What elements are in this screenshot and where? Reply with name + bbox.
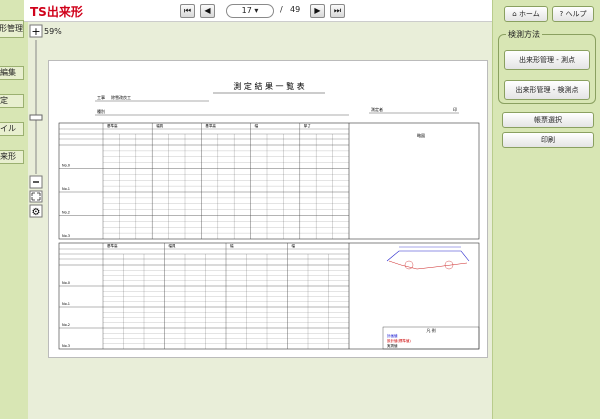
- side-tab-1[interactable]: 形管理: [0, 20, 24, 38]
- zoom-controls: + ⚙: [29, 24, 43, 218]
- side-tab-3[interactable]: 定: [0, 94, 24, 108]
- help-icon: ?: [559, 10, 564, 18]
- side-tab-2[interactable]: 編集: [0, 66, 24, 80]
- project-name: 除雪改良工: [111, 94, 131, 100]
- column-header: 基準高: [107, 243, 118, 248]
- gear-icon: ⚙: [32, 207, 41, 218]
- measurer-label: 測定者: [371, 106, 383, 112]
- prev-page-button[interactable]: ◀: [200, 4, 215, 18]
- column-header: 幅員: [169, 243, 176, 248]
- side-tab-4[interactable]: イル: [0, 122, 24, 136]
- zoom-percent: 59%: [44, 27, 62, 36]
- top-toolbar: TS出来形 ⏮ ◀ 17 ▾ / 49 ▶ ⏭: [24, 0, 492, 22]
- page-select[interactable]: 17 ▾: [226, 4, 274, 18]
- project-label: 工事: [97, 94, 105, 100]
- measurer-seal: 印: [453, 106, 457, 112]
- chevron-down-icon: ▾: [254, 6, 259, 15]
- legend-item: 設計値(標準値): [387, 338, 411, 343]
- page-separator: /: [280, 5, 283, 14]
- first-page-button[interactable]: ⏮: [180, 4, 195, 18]
- column-header: 幅: [292, 243, 296, 248]
- zoom-slider-thumb[interactable]: [29, 114, 43, 121]
- column-header: 厚さ: [304, 123, 311, 128]
- remark-label: 略図: [417, 132, 425, 138]
- report-title: 測 定 結 果 一 覧 表: [233, 81, 304, 91]
- legend-item: 計画値: [387, 333, 398, 338]
- print-button[interactable]: 印刷: [502, 132, 594, 148]
- column-header: 幅員: [156, 123, 163, 128]
- report-sheet: 測 定 結 果 一 覧 表 工事 除雪改良工 種別 測定者 印 基準高 幅員 基準高…: [58, 81, 480, 350]
- row-label: No.0: [62, 164, 70, 168]
- column-header: 基準高: [205, 123, 216, 128]
- row-label: No.3: [62, 234, 70, 238]
- next-page-button[interactable]: ▶: [310, 4, 325, 18]
- table-top-grid: 基準高 幅員 基準高 幅 厚さ No.0 No.1 No.2 No.3: [59, 123, 350, 239]
- row-label: No.1: [62, 302, 70, 306]
- last-page-button[interactable]: ⏭: [330, 4, 345, 18]
- row-label: No.1: [62, 187, 70, 191]
- row-label: No.3: [62, 344, 70, 348]
- method-survey-point-button[interactable]: 出来形管理 - 測点: [504, 50, 590, 70]
- column-header: 基準高: [107, 123, 118, 128]
- help-button[interactable]: ? ヘルプ: [552, 6, 594, 22]
- side-tab-5[interactable]: 来形: [0, 150, 24, 164]
- app-title: TS出来形: [30, 5, 83, 19]
- report-page: 測 定 結 果 一 覧 表 工事 除雪改良工 種別 測定者 印 基準高 幅員 基準高…: [48, 60, 488, 358]
- section-label: 種別: [97, 108, 105, 114]
- cross-section-sketch: [386, 246, 470, 270]
- left-strip: [0, 0, 24, 419]
- plus-icon: +: [31, 25, 40, 38]
- home-button[interactable]: ⌂ ホーム: [504, 6, 548, 22]
- table-bottom-grid: 基準高 幅員 幅 幅 No.0 No.1 No.2 No.3: [59, 243, 350, 349]
- method-group-title: 検測方法: [506, 29, 542, 40]
- row-label: No.2: [62, 323, 70, 327]
- legend-title: 凡 例: [426, 327, 435, 333]
- row-label: No.2: [62, 211, 70, 215]
- report-select-button[interactable]: 帳票選択: [502, 112, 594, 128]
- column-header: 幅: [230, 243, 234, 248]
- column-header: 幅: [255, 123, 259, 128]
- method-inspection-point-button[interactable]: 出来形管理 - 検測点: [504, 80, 590, 100]
- home-icon: ⌂: [512, 10, 517, 18]
- fit-page-button[interactable]: [29, 190, 43, 203]
- page-total: 49: [290, 5, 301, 14]
- legend-item: 実測値: [387, 343, 398, 348]
- row-label: No.0: [62, 281, 70, 285]
